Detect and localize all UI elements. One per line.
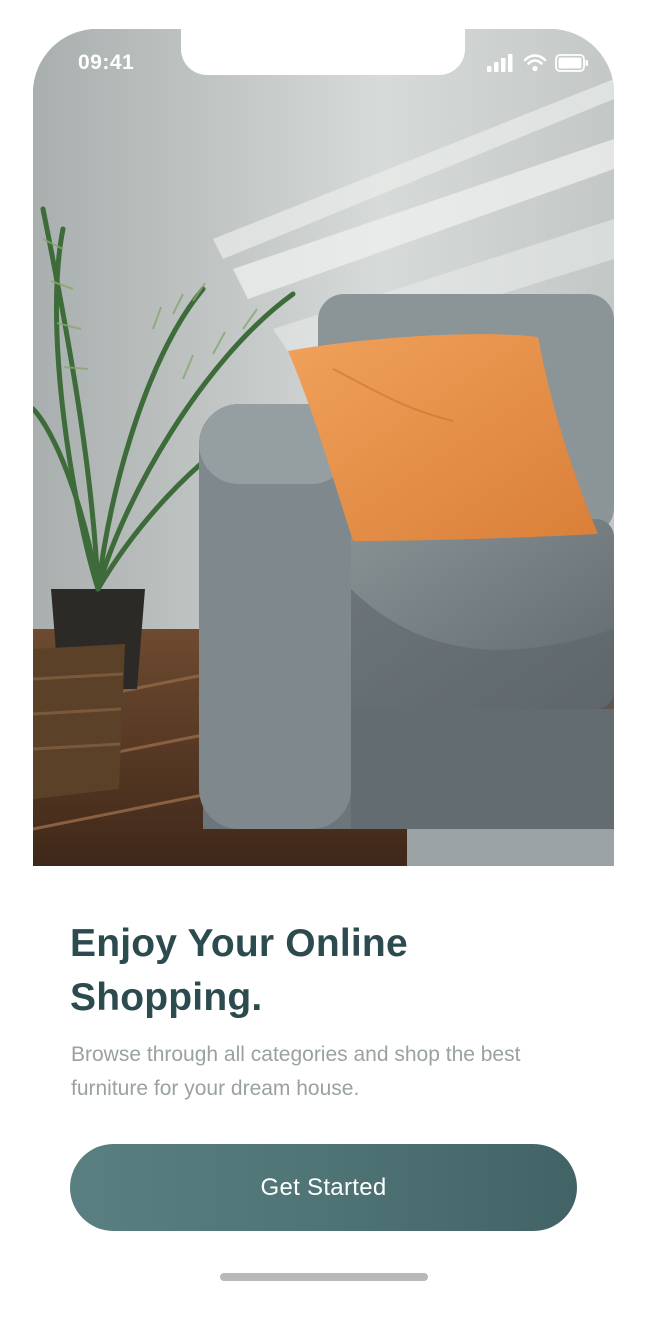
onboarding-subtitle: Browse through all categories and shop t… <box>71 1043 521 1100</box>
status-bar-icons <box>487 54 589 72</box>
phone-screen: 09:41 Enjoy Your Online Shopping. Browse… <box>0 0 649 1326</box>
battery-icon <box>555 54 588 72</box>
status-bar-time: 09:41 <box>78 51 135 74</box>
device-notch <box>181 29 465 75</box>
living-room-illustration <box>33 29 614 866</box>
onboarding-title: Enjoy Your Online Shopping. <box>70 922 408 1019</box>
wifi-icon <box>523 54 547 72</box>
hero-image <box>33 29 614 866</box>
cellular-signal-icon <box>487 54 513 72</box>
home-indicator[interactable] <box>220 1273 428 1281</box>
get-started-button[interactable]: Get Started <box>70 1144 577 1231</box>
